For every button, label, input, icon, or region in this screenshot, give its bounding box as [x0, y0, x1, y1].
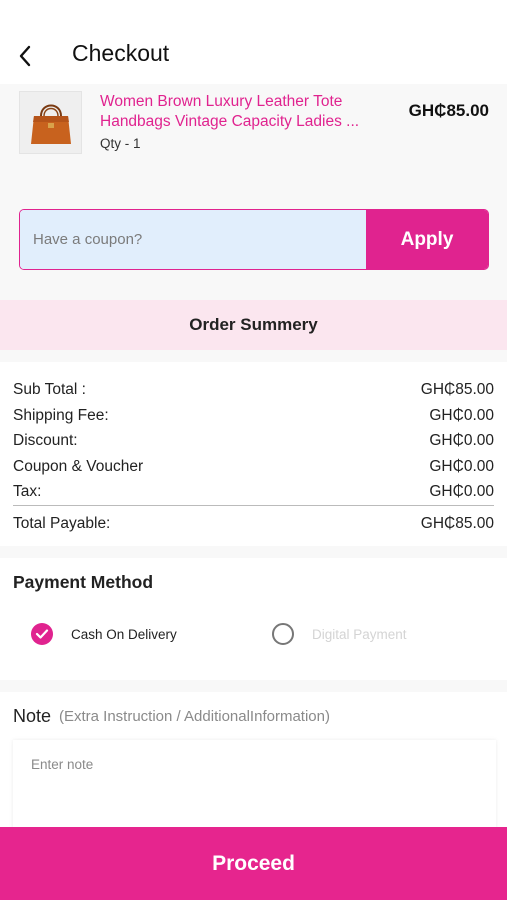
app-header: Checkout	[0, 0, 507, 84]
apply-coupon-button[interactable]: Apply	[366, 210, 488, 269]
note-section: Note (Extra Instruction / AdditionalInfo…	[0, 692, 507, 830]
section-gap	[0, 546, 507, 558]
summary-row-total: Total Payable: GH₵85.00	[13, 512, 494, 536]
payment-option-digital[interactable]: Digital Payment	[272, 621, 407, 647]
coupon-input[interactable]	[20, 210, 366, 269]
handbag-icon	[30, 104, 71, 144]
summary-row-shipping: Shipping Fee: GH₵0.00	[13, 404, 494, 428]
proceed-button[interactable]: Proceed	[0, 827, 507, 900]
summary-value: GH₵85.00	[420, 381, 494, 398]
summary-row-subtotal: Sub Total : GH₵85.00	[13, 378, 494, 402]
payment-option-label: Digital Payment	[312, 626, 407, 642]
product-quantity: Qty - 1	[100, 136, 141, 151]
payment-method-section: Payment Method Cash On Delivery Digital …	[0, 558, 507, 680]
note-title: Note	[13, 706, 52, 726]
summary-label: Discount:	[13, 432, 78, 449]
divider	[13, 505, 494, 506]
payment-method-title: Payment Method	[13, 572, 154, 592]
product-name-line-1: Women Brown Luxury Leather Tote	[100, 93, 343, 110]
order-summary: Sub Total : GH₵85.00 Shipping Fee: GH₵0.…	[0, 362, 507, 546]
page-title: Checkout	[72, 40, 170, 66]
radio-unchecked-icon[interactable]	[272, 623, 294, 645]
summary-label: Sub Total :	[13, 381, 86, 398]
summary-row-tax: Tax: GH₵0.00	[13, 480, 494, 504]
summary-label: Tax:	[13, 483, 42, 500]
summary-value: GH₵0.00	[429, 458, 494, 475]
summary-row-discount: Discount: GH₵0.00	[13, 429, 494, 453]
product-price: GH₵85.00	[408, 101, 489, 120]
section-gap	[0, 680, 507, 692]
summary-row-coupon: Coupon & Voucher GH₵0.00	[13, 455, 494, 479]
summary-value: GH₵0.00	[429, 483, 494, 500]
summary-label: Shipping Fee:	[13, 407, 109, 424]
note-input[interactable]	[13, 740, 496, 830]
back-button[interactable]	[12, 42, 38, 70]
chevron-left-icon	[19, 45, 31, 67]
summary-value: GH₵0.00	[429, 407, 494, 424]
product-name[interactable]: Women Brown Luxury Leather Tote Handbags…	[100, 92, 390, 132]
section-gap	[0, 350, 507, 362]
total-value: GH₵85.00	[420, 515, 494, 532]
coupon-section: Apply	[0, 200, 507, 300]
summary-label: Coupon & Voucher	[13, 458, 144, 475]
payment-option-label: Cash On Delivery	[71, 626, 177, 642]
coupon-box: Apply	[19, 209, 489, 270]
total-label: Total Payable:	[13, 515, 111, 532]
cart-item: Women Brown Luxury Leather Tote Handbags…	[0, 84, 507, 200]
payment-option-cash[interactable]: Cash On Delivery	[31, 621, 177, 647]
order-summary-title: Order Summery	[0, 300, 507, 350]
note-subtitle: (Extra Instruction / AdditionalInformati…	[59, 708, 330, 725]
product-image[interactable]	[19, 91, 82, 154]
radio-checked-icon[interactable]	[31, 623, 53, 645]
summary-value: GH₵0.00	[429, 432, 494, 449]
product-name-line-2: Handbags Vintage Capacity Ladies ...	[100, 113, 360, 130]
